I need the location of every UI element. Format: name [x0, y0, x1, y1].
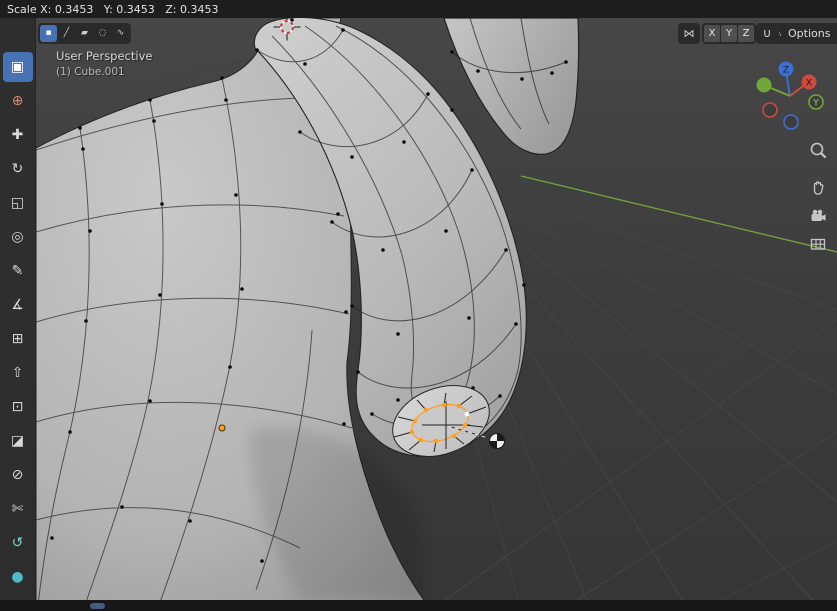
inset-faces-icon: ⊡	[11, 399, 24, 415]
face-select-icon: ▰	[81, 28, 88, 38]
view-perspective-label: User Perspective	[56, 49, 153, 63]
tool-spin[interactable]: ↺	[3, 528, 33, 558]
view-info-overlay: User Perspective (1) Cube.001	[56, 49, 152, 78]
select-mode-group: ▪ ╱ ▰ ◌ ∿	[38, 23, 131, 44]
mirror-axis-group: X Y Z	[702, 23, 756, 44]
mouse-hint-icon	[90, 603, 105, 609]
scale-icon: ◱	[10, 195, 25, 211]
gizmo-y-label: Y	[812, 99, 819, 109]
tool-transform[interactable]: ◎	[3, 222, 33, 252]
tool-bevel[interactable]: ◪	[3, 426, 33, 456]
extrude-region-icon: ⇧	[11, 365, 24, 381]
cursor-tool-icon: ⊕	[11, 93, 24, 109]
proportional-editing-button[interactable]: ◌	[94, 25, 111, 42]
scene-canvas[interactable]	[0, 18, 837, 600]
symmetry-button[interactable]: ⋈	[681, 25, 698, 42]
tool-knife[interactable]: ✄	[3, 494, 33, 524]
camera-icon	[811, 209, 826, 221]
tool-rotate[interactable]: ↻	[3, 154, 33, 184]
navigation-gizmo[interactable]: Z X Y	[752, 50, 832, 136]
annotate-icon: ✎	[11, 263, 24, 279]
gizmo-y-neg-axis[interactable]	[756, 77, 772, 93]
tool-loop-cut[interactable]: ⊘	[3, 460, 33, 490]
edge-select-icon: ╱	[63, 28, 70, 38]
options-dropdown[interactable]: Options ∨	[781, 23, 837, 44]
loop-cut-icon: ⊘	[11, 467, 24, 483]
zoom-button[interactable]	[806, 138, 830, 162]
vertex-select-icon: ▪	[45, 28, 52, 38]
mirror-y-button[interactable]: Y	[721, 25, 737, 42]
mirror-x-button[interactable]: X	[704, 25, 720, 42]
tool-scale[interactable]: ◱	[3, 188, 33, 218]
tool-select-box[interactable]: ▣	[2, 52, 33, 82]
active-vertex	[464, 411, 470, 417]
proportional-editing-icon: ◌	[98, 28, 107, 38]
rotate-icon: ↻	[11, 161, 24, 177]
add-cube-icon: ⊞	[11, 331, 24, 347]
hand-icon	[813, 181, 824, 195]
tool-smooth[interactable]: ●	[3, 562, 33, 592]
camera-view-button[interactable]	[806, 204, 830, 228]
zoom-icon	[810, 142, 827, 159]
transform-status-text: Scale X: 0.3453 Y: 0.3453 Z: 0.3453	[7, 2, 219, 16]
symmetry-icon: ⋈	[683, 27, 695, 40]
snap-magnet-icon: ∩	[762, 26, 771, 41]
pan-view-button[interactable]	[806, 176, 830, 200]
tool-move[interactable]: ✚	[3, 120, 33, 150]
tool-cursor[interactable]: ⊕	[3, 86, 33, 116]
toggle-perspective-button[interactable]	[806, 232, 830, 256]
gizmo-x-neg-axis[interactable]	[762, 102, 778, 118]
transform-icon: ◎	[11, 229, 24, 245]
edge-select-button[interactable]: ╱	[58, 25, 75, 42]
symmetry-group: ⋈	[678, 23, 700, 44]
snap-button[interactable]: ∩	[758, 25, 775, 42]
move-icon: ✚	[11, 127, 24, 143]
mirror-z-button[interactable]: Z	[738, 25, 754, 42]
gizmo-z-label: Z	[783, 66, 789, 76]
vertex-select-button[interactable]: ▪	[40, 25, 57, 42]
viewport-3d[interactable]: ▪ ╱ ▰ ◌ ∿ ⋈ X Y Z ∩ ∨ Options ∨ User Per…	[0, 18, 837, 600]
proportional-falloff-icon: ∿	[116, 28, 125, 38]
select-box-icon: ▣	[10, 59, 25, 75]
spin-icon: ↺	[11, 535, 24, 551]
object-origin-point	[218, 424, 226, 432]
tool-add-cube[interactable]: ⊞	[3, 324, 33, 354]
tool-measure[interactable]: ∡	[3, 290, 33, 320]
smooth-icon: ●	[11, 569, 24, 585]
tool-inset-faces[interactable]: ⊡	[3, 392, 33, 422]
gizmo-z-neg-axis[interactable]	[783, 114, 799, 130]
face-select-button[interactable]: ▰	[76, 25, 93, 42]
proportional-falloff-button[interactable]: ∿	[112, 25, 129, 42]
gizmo-x-label: X	[806, 79, 812, 89]
tool-extrude-region[interactable]: ⇧	[3, 358, 33, 388]
knife-icon: ✄	[11, 501, 24, 517]
measure-icon: ∡	[11, 297, 24, 313]
bevel-icon: ◪	[10, 433, 25, 449]
grid-icon	[810, 238, 826, 250]
transform-status-bar: Scale X: 0.3453 Y: 0.3453 Z: 0.3453	[0, 0, 837, 18]
toolbar: ▣ ⊕ ✚ ↻ ◱ ◎ ✎ ∡ ⊞ ⇧ ⊡ ◪ ⊘ ✄ ↺ ●	[0, 18, 36, 600]
active-object-label: (1) Cube.001	[56, 66, 125, 78]
status-bar	[0, 600, 837, 611]
options-label: Options	[788, 27, 831, 40]
tool-annotate[interactable]: ✎	[3, 256, 33, 286]
